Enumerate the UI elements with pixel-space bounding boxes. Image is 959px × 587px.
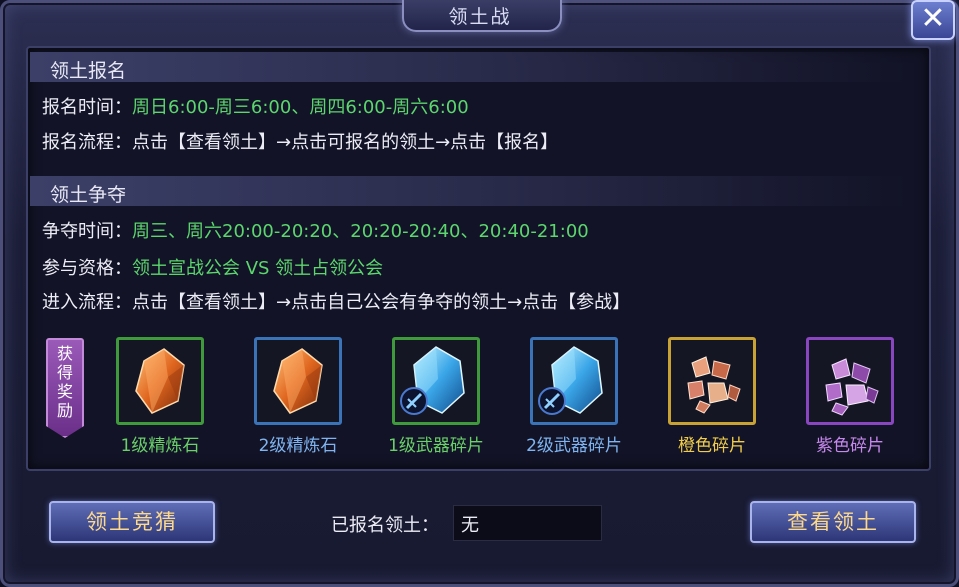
close-icon: ✕ — [920, 1, 946, 36]
reward-item-4-name: 2级武器碎片 — [526, 436, 622, 456]
rewards-tag-label: 获得奖励 — [56, 344, 73, 420]
reward-item-1-name: 1级精炼石 — [120, 436, 200, 456]
reward-item-6[interactable] — [806, 337, 894, 425]
blue-crystal-sword-icon — [536, 343, 612, 419]
dialog-title: 领土战 — [448, 6, 512, 28]
rewards-tag: 获得奖励 — [46, 338, 84, 438]
registered-territory-value: 无 — [461, 515, 479, 536]
contest-qualification-row: 参与资格：领土宣战公会 VS 领土占领公会 — [42, 254, 383, 280]
blue-crystal-sword-icon — [398, 343, 474, 419]
contest-section-header: 领土争夺 — [30, 176, 910, 206]
registration-section-header: 领土报名 — [30, 52, 910, 82]
registration-flow-row: 报名流程：点击【查看领土】→点击可报名的领土→点击【报名】 — [42, 128, 558, 154]
registration-flow-label: 报名流程： — [42, 132, 132, 153]
registration-heading: 领土报名 — [50, 60, 127, 82]
registration-time-row: 报名时间：周日6:00-周三6:00、周四6:00-周六6:00 — [42, 93, 469, 119]
contest-flow-label: 进入流程： — [42, 292, 132, 313]
contest-time-label: 争夺时间： — [42, 221, 132, 242]
territory-guess-button[interactable]: 领土竞猜 — [49, 501, 215, 543]
contest-time-row: 争夺时间：周三、周六20:00-20:20、20:20-20:40、20:40-… — [42, 217, 589, 243]
contest-flow-row: 进入流程：点击【查看领土】→点击自己公会有争夺的领土→点击【参战】 — [42, 288, 630, 314]
orange-shards-icon — [674, 343, 750, 419]
contest-qualification-value: 领土宣战公会 VS 领土占领公会 — [132, 258, 384, 279]
reward-item-4[interactable] — [530, 337, 618, 425]
reward-item-2-name: 2级精炼石 — [258, 436, 338, 456]
registration-flow-value: 点击【查看领土】→点击可报名的领土→点击【报名】 — [132, 132, 559, 153]
reward-item-3-name: 1级武器碎片 — [388, 436, 484, 456]
purple-shards-icon — [812, 343, 888, 419]
contest-qualification-label: 参与资格： — [42, 258, 132, 279]
contest-flow-value: 点击【查看领土】→点击自己公会有争夺的领土→点击【参战】 — [132, 292, 631, 313]
registered-territory-label: 已报名领土： — [331, 515, 439, 536]
close-button[interactable]: ✕ — [911, 0, 955, 40]
reward-item-1[interactable] — [116, 337, 204, 425]
reward-item-5[interactable] — [668, 337, 756, 425]
registration-time-label: 报名时间： — [42, 97, 132, 118]
reward-item-3[interactable] — [392, 337, 480, 425]
reward-item-5-name: 橙色碎片 — [678, 436, 746, 456]
contest-heading: 领土争夺 — [50, 184, 127, 206]
reward-item-2[interactable] — [254, 337, 342, 425]
orange-crystal-icon — [122, 343, 198, 419]
contest-time-value: 周三、周六20:00-20:20、20:20-20:40、20:40-21:00 — [132, 221, 589, 242]
registration-time-value: 周日6:00-周三6:00、周四6:00-周六6:00 — [132, 97, 469, 118]
reward-item-6-name: 紫色碎片 — [816, 436, 884, 456]
orange-crystal-icon — [260, 343, 336, 419]
view-territory-button[interactable]: 查看领土 — [750, 501, 916, 543]
